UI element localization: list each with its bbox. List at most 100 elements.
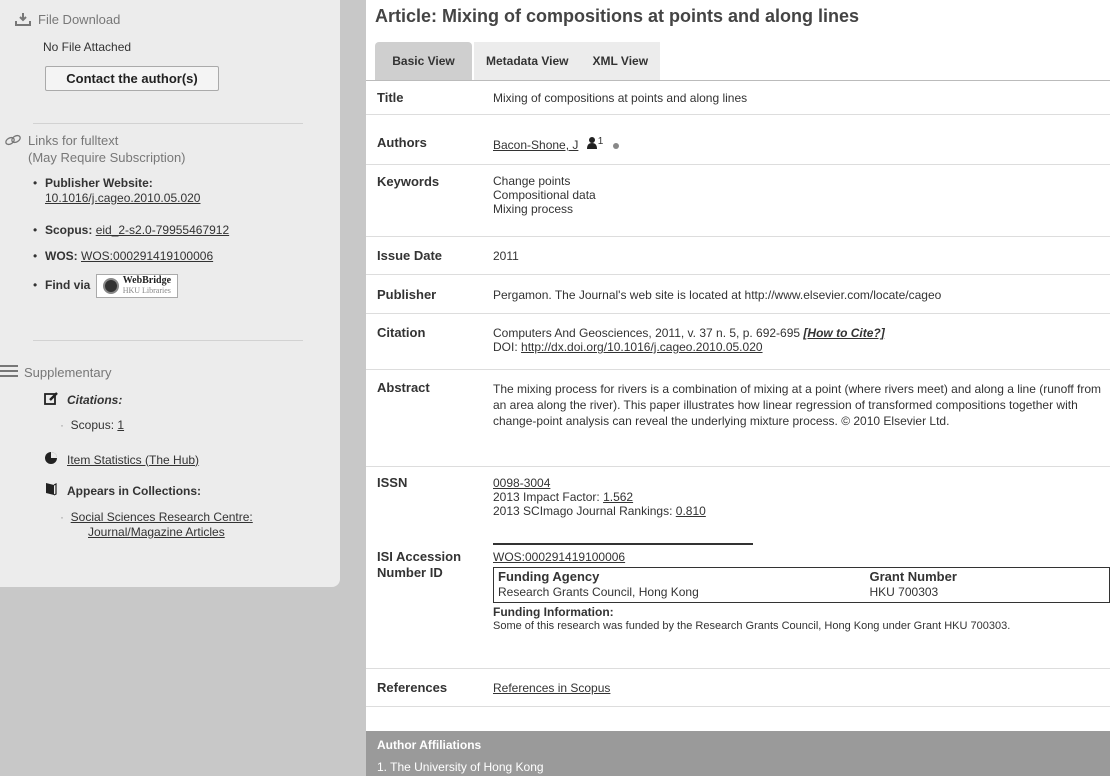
publisher-website-label: Publisher Website:	[45, 176, 153, 190]
list-item: • Publisher Website: 10.1016/j.cageo.2010…	[33, 176, 201, 205]
abstract-label: Abstract	[377, 380, 430, 395]
links-heading: Links for fulltext (May Require Subscrip…	[4, 133, 186, 166]
funding-info-text: Some of this research was funded by the …	[493, 620, 1011, 632]
impact-factor-label: 2013 Impact Factor:	[493, 490, 604, 504]
authors-value: Bacon-Shone, J 1	[493, 135, 1103, 152]
issue-date-row: Issue Date 2011	[366, 237, 1110, 275]
grant-number-cell: HKU 700303	[869, 585, 939, 599]
scopus-label: Scopus:	[45, 223, 93, 237]
download-icon	[14, 12, 32, 29]
funding-agency-cell: Research Grants Council, Hong Kong	[498, 585, 699, 599]
page-title: Article: Mixing of compositions at point…	[375, 6, 860, 26]
person-icon[interactable]	[586, 136, 598, 152]
publisher-row: Publisher Pergamon. The Journal's web si…	[366, 275, 1110, 314]
impact-factor-link[interactable]: 1.562	[603, 490, 633, 504]
publisher-label: Publisher	[377, 287, 437, 302]
title-row: Title Mixing of compositions at points a…	[366, 81, 1110, 115]
title-value: Mixing of compositions at points and alo…	[493, 91, 748, 105]
title-label: Title	[377, 90, 404, 105]
appears-in-heading: Appears in Collections:	[43, 482, 201, 499]
webbridge-subtitle: HKU Libraries	[122, 286, 171, 295]
issn-value: 0098-3004 2013 Impact Factor: 1.562 2013…	[493, 476, 1103, 518]
keyword-item: Change points	[493, 174, 571, 188]
status-dot-icon	[612, 142, 619, 149]
keywords-value: Change points Compositional data Mixing …	[493, 174, 1103, 216]
references-row: References References in Scopus	[366, 669, 1110, 707]
link-icon	[4, 134, 22, 149]
grant-number-header: Grant Number	[869, 569, 957, 584]
citations-heading: Citations:	[43, 391, 122, 409]
references-link[interactable]: References in Scopus	[493, 681, 610, 695]
issue-date-label: Issue Date	[377, 248, 443, 263]
citations-label: Citations:	[67, 393, 123, 407]
links-title: Links for fulltext	[28, 133, 119, 148]
issn-link[interactable]: 0098-3004	[493, 476, 550, 490]
webbridge-button[interactable]: WebBridge HKU Libraries	[95, 274, 179, 298]
authors-row: Authors Bacon-Shone, J 1	[366, 115, 1110, 165]
list-item: • Find via WebBridge HKU Libraries	[33, 274, 179, 298]
doi-link[interactable]: http://dx.doi.org/10.1016/j.cageo.2010.0…	[521, 340, 763, 354]
sjr-link[interactable]: 0.810	[676, 504, 706, 518]
author-affiliations-panel: Author Affiliations 1. The University of…	[366, 731, 1110, 776]
links-subtitle: (May Require Subscription)	[28, 150, 186, 165]
isi-value: WOS:000291419100006 Funding Agency Grant…	[493, 550, 1110, 633]
list-icon	[0, 365, 18, 380]
sjr-label: 2013 SCImago Journal Rankings:	[493, 504, 676, 518]
supplementary-heading: Supplementary	[0, 365, 111, 380]
supplementary-title: Supplementary	[24, 365, 112, 380]
references-value: References in Scopus	[493, 681, 1103, 695]
tab-xml-view[interactable]: XML View	[580, 42, 661, 80]
affiliation-superscript: 1	[597, 136, 604, 147]
book-icon	[43, 482, 59, 499]
funding-agency-header: Funding Agency	[498, 569, 600, 584]
wos-link[interactable]: WOS:000291419100006	[81, 249, 213, 263]
file-download-title: File Download	[38, 12, 121, 27]
authors-label: Authors	[377, 135, 427, 150]
edit-icon	[43, 391, 59, 409]
abstract-row: Abstract The mixing process for rivers i…	[366, 370, 1110, 467]
isi-link[interactable]: WOS:000291419100006	[493, 550, 625, 564]
scopus-citation-label: Scopus:	[70, 418, 115, 432]
author-link[interactable]: Bacon-Shone, J	[493, 138, 578, 152]
isi-row: ISI Accession Number ID WOS:0002914191000…	[366, 546, 1110, 669]
doi-label: DOI:	[493, 340, 522, 354]
publisher-value: Pergamon. The Journal's web site is loca…	[493, 288, 942, 302]
issn-label: ISSN	[377, 475, 408, 490]
file-download-heading: File Download	[14, 12, 120, 29]
item-statistics-row: Item Statistics (The Hub)	[43, 451, 199, 468]
list-item: • WOS: WOS:000291419100006	[33, 249, 214, 263]
issn-row: ISSN 0098-3004 2013 Impact Factor: 1.562…	[366, 467, 1110, 546]
tab-basic-view[interactable]: Basic View	[375, 42, 472, 80]
scopus-citation-count[interactable]: 1	[117, 418, 124, 432]
citation-text: Computers And Geosciences, 2011, v. 37 n…	[493, 326, 804, 340]
appears-in-label: Appears in Collections:	[67, 483, 202, 498]
isi-label: ISI Accession Number ID	[377, 549, 462, 580]
find-via-label: Find via	[45, 278, 91, 293]
wos-label: WOS:	[45, 249, 78, 263]
affiliations-title: Author Affiliations	[377, 738, 482, 752]
tab-metadata-view[interactable]: Metadata View	[474, 42, 581, 80]
scopus-link[interactable]: eid_2-s2.0-79955467912	[96, 223, 229, 237]
funding-info-label: Funding Information:	[493, 605, 614, 619]
collection-row: · Social Sciences Research Centre: Journa…	[60, 510, 253, 539]
scopus-citation-row: · Scopus: 1	[60, 418, 125, 432]
list-item: • Scopus: eid_2-s2.0-79955467912	[33, 223, 230, 237]
item-statistics-link[interactable]: Item Statistics (The Hub)	[67, 453, 199, 467]
keywords-row: Keywords Change points Compositional dat…	[366, 165, 1110, 237]
issn-underline-bar	[493, 543, 753, 545]
citation-value: Computers And Geosciences, 2011, v. 37 n…	[493, 326, 1103, 354]
abstract-value: The mixing process for rivers is a combi…	[493, 382, 1102, 428]
sidebar-panel: File Download No File Attached Contact t…	[0, 0, 340, 587]
issue-date-value: 2011	[493, 249, 519, 263]
collection-link[interactable]: Social Sciences Research Centre: Journal/…	[60, 510, 253, 539]
how-to-cite-link[interactable]: [How to Cite?]	[803, 326, 884, 340]
publisher-website-link[interactable]: 10.1016/j.cageo.2010.05.020	[45, 191, 200, 205]
view-tabs: Basic View Metadata View XML View	[375, 42, 661, 80]
divider	[33, 340, 303, 341]
keyword-item: Mixing process	[493, 202, 574, 216]
keywords-label: Keywords	[377, 174, 440, 189]
contact-authors-button[interactable]: Contact the author(s)	[45, 66, 219, 91]
references-label: References	[377, 680, 448, 695]
divider	[33, 123, 303, 124]
pie-chart-icon	[43, 451, 59, 468]
